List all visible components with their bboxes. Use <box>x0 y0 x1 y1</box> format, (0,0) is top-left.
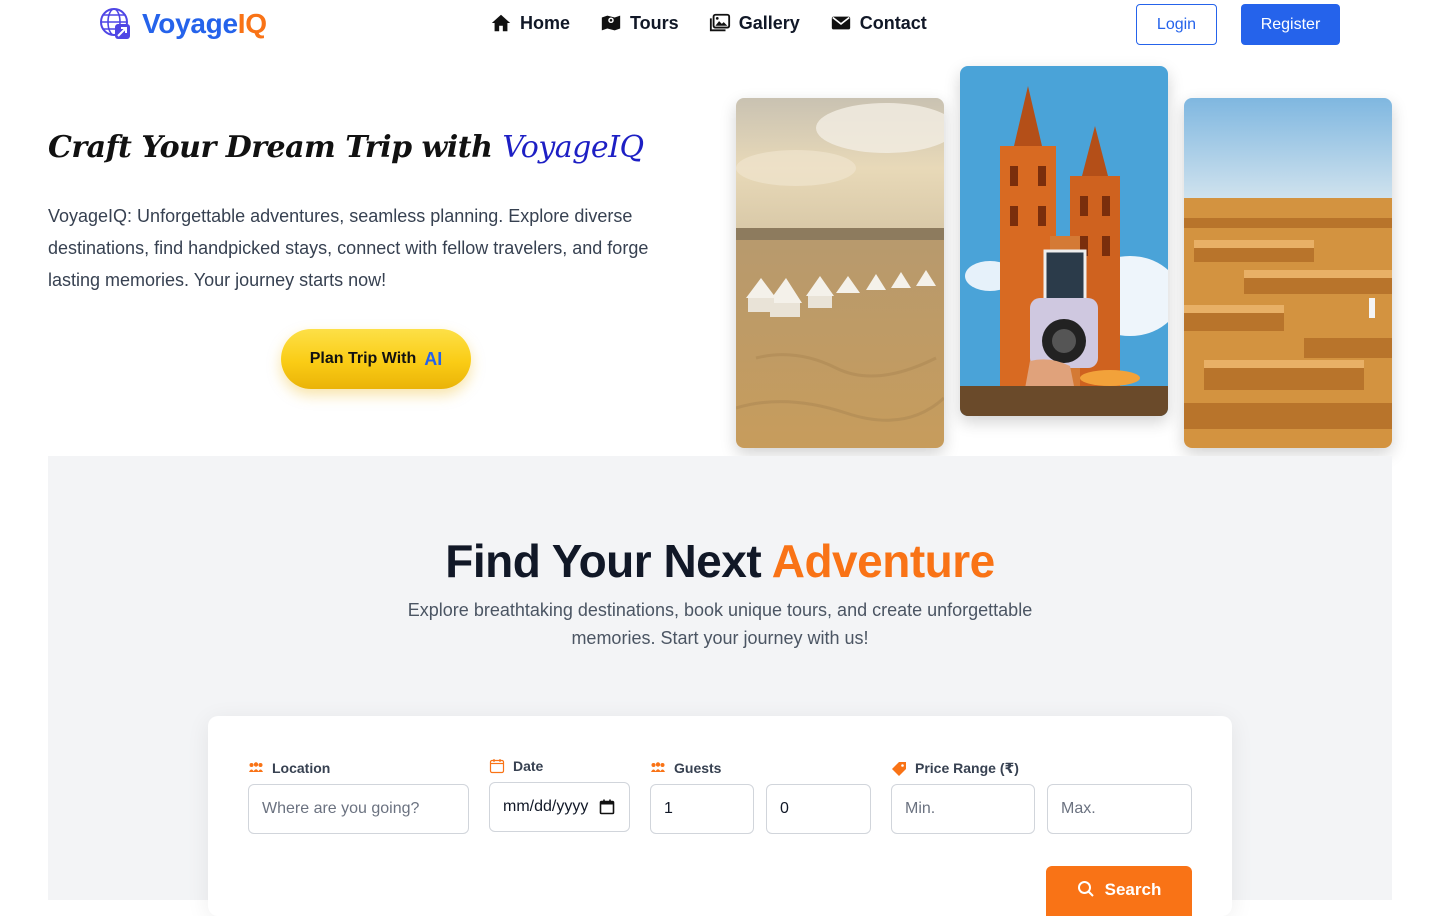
section-title: Find Your Next Adventure <box>445 535 995 587</box>
register-button[interactable]: Register <box>1241 4 1340 45</box>
home-icon <box>491 14 511 32</box>
search-button[interactable]: Search <box>1046 866 1192 916</box>
ai-label: AI <box>424 348 443 369</box>
section-subtitle: Explore breathtaking destinations, book … <box>407 600 1033 648</box>
location-label: Location <box>248 760 330 776</box>
plan-trip-label: Plan Trip With <box>309 350 417 367</box>
hero-image-desert-camp <box>736 98 944 448</box>
plan-trip-ai-button[interactable]: Plan Trip With AI <box>281 329 471 389</box>
calendar-picker-icon[interactable] <box>599 799 615 815</box>
main-nav: Home Tours Gallery Contact <box>490 12 927 34</box>
hero-image-cathedral-camera <box>960 66 1168 416</box>
nav-contact-label: Contact <box>859 12 927 33</box>
price-range-label: Price Range (₹) <box>891 760 1019 777</box>
location-input[interactable]: Where are you going? <box>248 784 469 834</box>
navbar: VoyageIQ Home Tours Gallery Contact Logi… <box>0 0 1440 52</box>
globe-icon <box>100 8 130 39</box>
people-icon <box>249 762 263 772</box>
nav-gallery-label: Gallery <box>738 12 800 33</box>
brand-name: VoyageIQ <box>142 8 267 39</box>
min-price-input[interactable]: Min. <box>891 784 1035 834</box>
tag-icon <box>892 761 906 776</box>
guests-label: Guests <box>650 760 721 776</box>
nav-home[interactable]: Home <box>490 12 570 34</box>
nav-home-label: Home <box>520 12 571 33</box>
envelope-icon <box>831 16 850 30</box>
nav-tours-label: Tours <box>630 12 679 33</box>
hero-title: Craft Your Dream Trip with VoyageIQ <box>48 130 644 165</box>
hero-image-ancient-ruins <box>1184 98 1392 448</box>
calendar-icon <box>489 759 505 774</box>
nav-gallery[interactable]: Gallery <box>709 12 800 34</box>
gallery-icon <box>709 13 730 32</box>
login-button[interactable]: Login <box>1136 4 1217 45</box>
map-icon <box>601 15 621 31</box>
nav-tours[interactable]: Tours <box>600 12 679 34</box>
hero-description: VoyageIQ: Unforgettable adventures, seam… <box>48 206 649 290</box>
brand-logo[interactable]: VoyageIQ <box>98 6 267 42</box>
search-icon <box>1077 881 1094 897</box>
nav-contact[interactable]: Contact <box>830 12 927 34</box>
people-icon <box>651 762 665 772</box>
adults-input[interactable]: 1 <box>650 784 754 834</box>
search-card: Location Where are you going? Date mm/dd… <box>208 716 1232 916</box>
date-input[interactable]: mm/dd/yyyy <box>489 782 630 832</box>
max-price-input[interactable]: Max. <box>1047 784 1192 834</box>
search-section: Find Your Next Adventure Explore breatht… <box>48 456 1392 916</box>
date-label: Date <box>489 758 543 774</box>
children-input[interactable]: 0 <box>766 784 871 834</box>
